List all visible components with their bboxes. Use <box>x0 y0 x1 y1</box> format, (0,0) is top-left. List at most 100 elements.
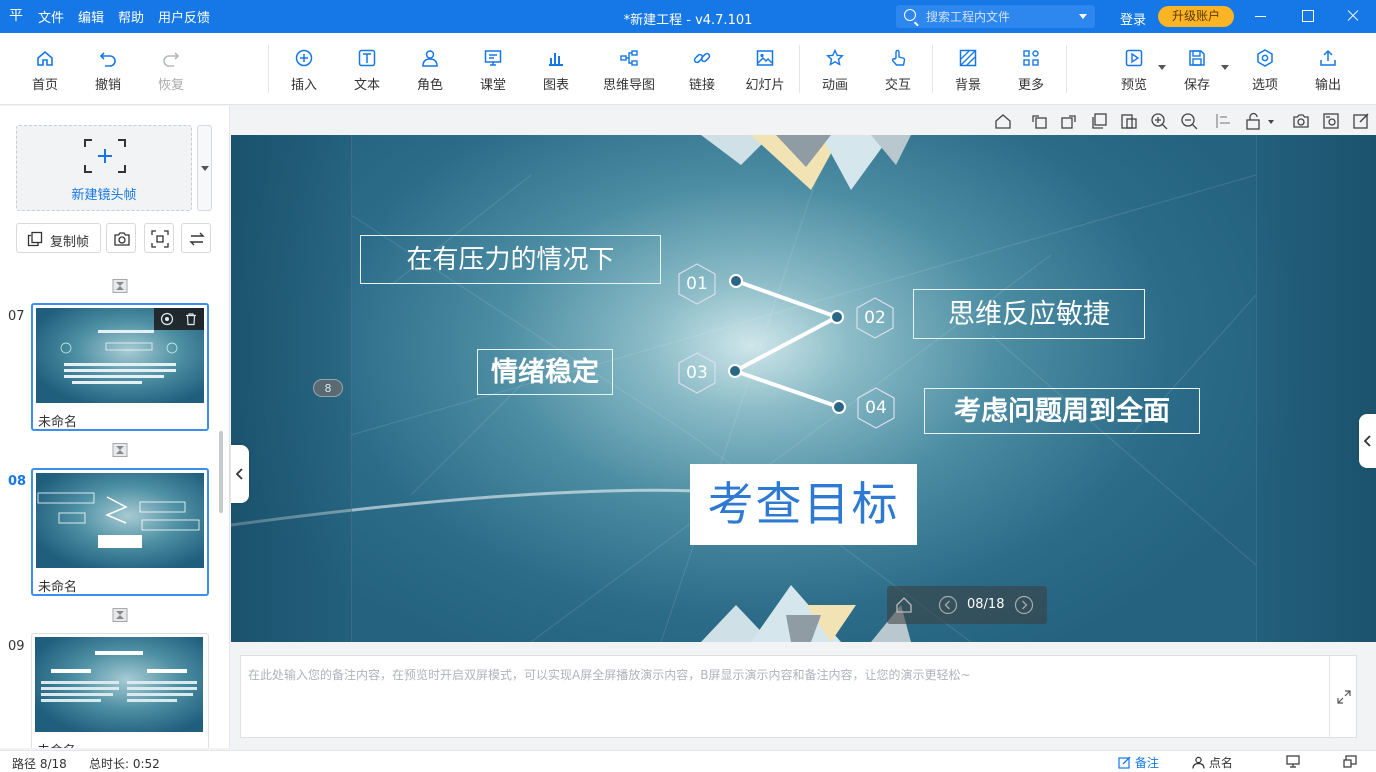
slide-name[interactable]: 未命名 <box>37 740 76 748</box>
chevron-left-icon[interactable] <box>938 595 958 615</box>
menu-help[interactable]: 帮助 <box>118 7 144 26</box>
save-button[interactable]: 保存 <box>1169 33 1229 105</box>
undo-button[interactable]: 撤销 <box>80 33 136 105</box>
chevron-right-icon[interactable] <box>1014 595 1034 615</box>
slide-stage[interactable]: 在有压力的情况下 情绪稳定 思维反应敏捷 考虑问题周到全面 考查目标 01 02… <box>231 135 1376 642</box>
collapse-right-panel-button[interactable] <box>1359 414 1376 468</box>
transition-icon[interactable] <box>112 443 128 457</box>
animation-button[interactable]: 动画 <box>807 33 863 105</box>
image-settings-icon[interactable] <box>1322 112 1340 130</box>
transition-icon[interactable] <box>112 608 128 622</box>
insert-button[interactable]: 插入 <box>276 33 332 105</box>
background-button[interactable]: 背景 <box>940 33 996 105</box>
slide-preview-graphic <box>37 492 200 548</box>
align-icon[interactable] <box>1215 112 1233 130</box>
close-button[interactable] <box>1341 5 1365 27</box>
export-button[interactable]: 输出 <box>1300 33 1356 105</box>
slide-name[interactable]: 未命名 <box>38 411 77 430</box>
slide-name[interactable]: 未命名 <box>38 576 77 595</box>
grid-icon <box>1023 50 1039 66</box>
thumbnail-toolbar <box>154 308 204 330</box>
new-frame-dropdown[interactable] <box>197 125 212 211</box>
scan-icon <box>151 230 169 248</box>
hex-badge-03: 03 <box>677 351 717 395</box>
classroom-button[interactable]: 课堂 <box>465 33 521 105</box>
search-box[interactable] <box>896 5 1095 28</box>
text-button[interactable]: 文本 <box>339 33 395 105</box>
chevron-down-icon[interactable] <box>1079 14 1087 19</box>
redo-label: 恢复 <box>157 78 184 93</box>
rotate-left-icon[interactable] <box>1030 112 1048 130</box>
paste-icon[interactable] <box>1120 112 1138 130</box>
trash-icon[interactable] <box>184 312 198 326</box>
slide-number: 09 <box>8 639 25 654</box>
screenshot-button[interactable] <box>106 223 136 253</box>
copy-frame-button[interactable]: 复制帧 <box>16 223 101 253</box>
notes-toggle-button[interactable]: 备注 <box>1118 754 1159 771</box>
link-button[interactable]: 链接 <box>674 33 730 105</box>
home-button[interactable]: 首页 <box>17 33 73 105</box>
maximize-button[interactable] <box>1295 5 1319 27</box>
upgrade-button[interactable]: 升级账户 <box>1158 6 1234 27</box>
slide-thumbnail-08[interactable]: 未命名 <box>31 468 209 596</box>
eye-icon[interactable] <box>160 312 174 326</box>
collapse-left-panel-button[interactable] <box>231 445 249 503</box>
chevron-down-icon[interactable] <box>1221 65 1229 70</box>
menu-bar: 文件 编辑 帮助 用户反馈 <box>38 0 224 33</box>
interaction-button[interactable]: 交互 <box>870 33 926 105</box>
roll-call-button[interactable]: 点名 <box>1192 754 1233 771</box>
edit-icon[interactable] <box>1352 112 1370 130</box>
text-icon <box>358 49 376 67</box>
fit-frame-button[interactable] <box>144 223 174 253</box>
toolbar-divider <box>1066 45 1067 93</box>
slide-text-quick-thinking[interactable]: 思维反应敏捷 <box>913 289 1145 339</box>
redo-button[interactable]: 恢复 <box>143 33 199 105</box>
star-icon <box>826 49 844 66</box>
expand-icon[interactable] <box>1337 690 1351 704</box>
slide-text-emotional-stability[interactable]: 情绪稳定 <box>477 349 613 395</box>
slide-preview <box>35 637 203 732</box>
slide-panel-scrollbar[interactable] <box>219 431 223 513</box>
more-button[interactable]: 更多 <box>1003 33 1059 105</box>
login-button[interactable]: 登录 <box>1120 9 1146 28</box>
bar-chart-icon <box>549 53 563 66</box>
path-badge[interactable]: 8 <box>313 379 343 397</box>
path-status: 路径 8/18 <box>12 757 67 771</box>
fullscreen-icon[interactable] <box>1343 755 1357 768</box>
lock-icon[interactable] <box>1245 112 1277 130</box>
minimize-button[interactable] <box>1248 5 1272 27</box>
swap-frame-button[interactable] <box>181 223 211 253</box>
preview-button[interactable]: 预览 <box>1106 33 1166 105</box>
options-button[interactable]: 选项 <box>1237 33 1293 105</box>
monitor-icon[interactable] <box>1286 755 1300 768</box>
camera-icon[interactable] <box>1292 112 1310 130</box>
transition-icon[interactable] <box>112 279 128 293</box>
toolbar-divider <box>932 45 933 93</box>
new-frame-button[interactable]: 新建镜头帧 <box>16 125 192 211</box>
undo-label: 撤销 <box>94 78 121 93</box>
home-icon[interactable] <box>895 596 913 614</box>
home-view-icon[interactable] <box>994 112 1012 130</box>
notes-input[interactable] <box>241 656 1329 737</box>
menu-file[interactable]: 文件 <box>38 7 64 26</box>
chart-button[interactable]: 图表 <box>528 33 584 105</box>
search-input[interactable] <box>926 7 1066 26</box>
role-button[interactable]: 角色 <box>402 33 458 105</box>
menu-edit[interactable]: 编辑 <box>78 7 104 26</box>
menu-feedback[interactable]: 用户反馈 <box>158 7 210 26</box>
slide-text-thorough-consideration[interactable]: 考虑问题周到全面 <box>924 388 1200 434</box>
rotate-right-icon[interactable] <box>1060 112 1078 130</box>
slide-title[interactable]: 考查目标 <box>690 464 917 545</box>
export-icon <box>1320 49 1336 66</box>
slideshow-button[interactable]: 幻灯片 <box>737 33 793 105</box>
slide-thumbnail-07[interactable]: 未命名 <box>31 303 209 431</box>
slide-thumbnail-09[interactable]: 未命名 <box>31 633 209 748</box>
chevron-down-icon[interactable] <box>1158 65 1166 70</box>
slide-preview <box>36 473 204 568</box>
duplicate-icon[interactable] <box>1090 112 1108 130</box>
copy-icon <box>27 231 43 247</box>
zoom-out-icon[interactable] <box>1180 112 1198 130</box>
mindmap-button[interactable]: 思维导图 <box>591 33 667 105</box>
zoom-in-icon[interactable] <box>1150 112 1168 130</box>
slide-text-pressure[interactable]: 在有压力的情况下 <box>360 235 661 284</box>
